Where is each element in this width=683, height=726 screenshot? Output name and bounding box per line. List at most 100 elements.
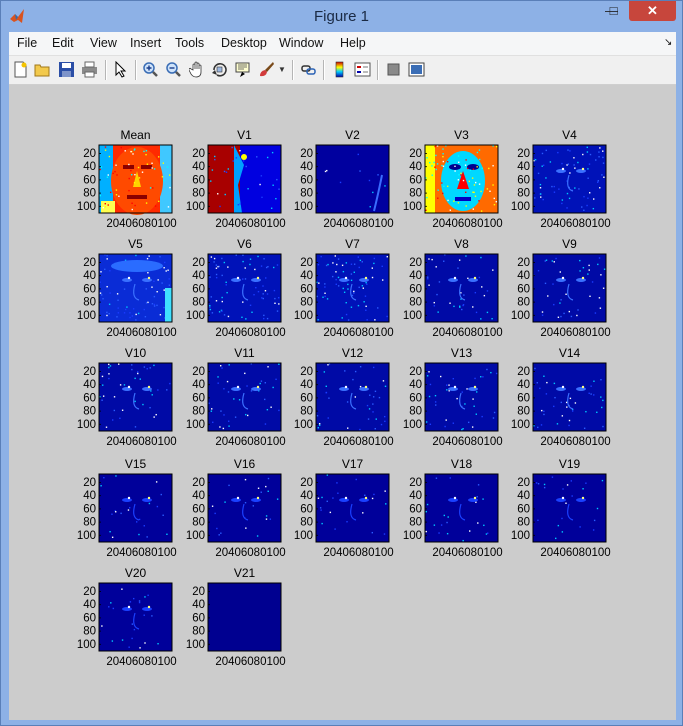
hide-plot-tools-icon[interactable] xyxy=(385,61,402,78)
y-tick-label: 40 xyxy=(300,379,313,391)
menu-desktop[interactable]: Desktop xyxy=(221,36,267,50)
subplot-v2[interactable]: V22040608010020406080100 xyxy=(294,128,394,230)
menu-file[interactable]: File xyxy=(17,36,37,50)
y-tick-label: 40 xyxy=(409,379,422,391)
edit-plot-arrow-icon[interactable] xyxy=(112,61,129,78)
data-cursor-icon[interactable] xyxy=(234,61,251,78)
y-tick-label: 80 xyxy=(300,517,313,529)
subplot-v12[interactable]: V122040608010020406080100 xyxy=(294,346,394,448)
y-tick-label: 80 xyxy=(517,297,530,309)
y-tick-label: 80 xyxy=(192,188,205,200)
subplot-v13[interactable]: V132040608010020406080100 xyxy=(403,346,503,448)
pan-hand-icon[interactable] xyxy=(189,61,206,78)
figure-canvas[interactable]: Mean 20 40 60 80 100 20406080100 V1 20 40 60 80 100 2… xyxy=(9,85,676,720)
legend-icon[interactable] xyxy=(354,61,371,78)
colorbar-icon[interactable] xyxy=(331,61,348,78)
print-icon[interactable] xyxy=(81,61,98,78)
subplot-v3[interactable]: V32040608010020406080100 xyxy=(403,128,503,230)
subplot-v6[interactable]: V62040608010020406080100 xyxy=(186,237,286,339)
y-tick-label: 100 xyxy=(77,530,96,542)
subplot-v10[interactable]: V102040608010020406080100 xyxy=(77,346,177,448)
rotate-3d-icon[interactable] xyxy=(211,61,228,78)
x-tick-labels: 20406080100 xyxy=(540,218,610,230)
y-tick-label: 20 xyxy=(409,257,422,269)
toolbar-separator xyxy=(135,60,137,80)
subplot-v17[interactable]: V172040608010020406080100 xyxy=(294,457,394,559)
menu-insert[interactable]: Insert xyxy=(130,36,161,50)
y-tick-label: 100 xyxy=(403,530,422,542)
subplot-v5[interactable]: V52040608010020406080100 xyxy=(77,237,177,339)
show-plot-tools-icon[interactable] xyxy=(408,61,425,78)
x-tick-labels: 20406080100 xyxy=(432,218,502,230)
y-tick-label: 80 xyxy=(300,188,313,200)
y-tick-label: 40 xyxy=(192,490,205,502)
brush-dropdown-icon[interactable]: ▼ xyxy=(278,65,286,74)
y-tick-label: 60 xyxy=(409,392,422,404)
y-tick-label: 40 xyxy=(192,270,205,282)
y-tick-label: 60 xyxy=(192,392,205,404)
save-icon[interactable] xyxy=(58,61,75,78)
x-tick-labels: 20406080100 xyxy=(323,547,393,559)
y-tick-label: 100 xyxy=(77,639,96,651)
subplot-v14[interactable]: V142040608010020406080100 xyxy=(511,346,611,448)
open-file-icon[interactable] xyxy=(34,61,51,78)
subplot-v16[interactable]: V162040608010020406080100 xyxy=(186,457,286,559)
x-tick-labels: 20406080100 xyxy=(106,327,176,339)
subplot-v21[interactable]: V212040608010020406080100 xyxy=(186,566,286,668)
y-tick-label: 20 xyxy=(517,477,530,489)
menubar-dock-arrow-icon[interactable]: ↘ xyxy=(664,37,672,48)
y-tick-label: 20 xyxy=(300,366,313,378)
menu-edit[interactable]: Edit xyxy=(52,36,74,50)
y-tick-label: 60 xyxy=(300,392,313,404)
title-bar[interactable]: Figure 1 — □ ✕ xyxy=(1,1,682,32)
x-tick-labels: 20406080100 xyxy=(432,327,502,339)
y-tick-label: 100 xyxy=(403,419,422,431)
y-tick-label: 60 xyxy=(83,283,96,295)
menu-help[interactable]: Help xyxy=(340,36,366,50)
y-tick-label: 20 xyxy=(409,148,422,160)
subplot-v15[interactable]: V152040608010020406080100 xyxy=(77,457,177,559)
y-tick-label: 60 xyxy=(517,174,530,186)
brush-icon[interactable] xyxy=(258,61,275,78)
y-tick-label: 80 xyxy=(83,188,96,200)
x-tick-labels: 20406080100 xyxy=(215,656,285,668)
menu-view[interactable]: View xyxy=(90,36,117,50)
subplot-title: V15 xyxy=(125,457,147,471)
subplot-mean[interactable]: Mean2040608010020406080100 xyxy=(77,128,177,230)
y-tick-label: 60 xyxy=(300,503,313,515)
subplot-v1[interactable]: V12040608010020406080100 xyxy=(186,128,286,230)
subplot-title: V6 xyxy=(237,237,252,251)
y-tick-label: 60 xyxy=(409,283,422,295)
zoom-out-icon[interactable] xyxy=(165,61,182,78)
link-plot-icon[interactable] xyxy=(300,61,317,78)
menu-tools[interactable]: Tools xyxy=(175,36,204,50)
y-tick-label: 60 xyxy=(83,612,96,624)
close-button[interactable]: ✕ xyxy=(629,1,676,21)
subplot-v19[interactable]: V192040608010020406080100 xyxy=(511,457,611,559)
zoom-in-icon[interactable] xyxy=(142,61,159,78)
y-tick-label: 100 xyxy=(511,530,530,542)
subplot-v20[interactable]: V202040608010020406080100 xyxy=(77,566,177,668)
y-tick-label: 80 xyxy=(300,406,313,418)
subplot-v9[interactable]: V92040608010020406080100 xyxy=(511,237,611,339)
y-tick-label: 100 xyxy=(511,310,530,322)
subplot-v18[interactable]: V182040608010020406080100 xyxy=(403,457,503,559)
window-title: Figure 1 xyxy=(313,8,370,25)
subplot-v11[interactable]: V112040608010020406080100 xyxy=(186,346,286,448)
toolbar-separator xyxy=(292,60,294,80)
y-tick-label: 100 xyxy=(403,310,422,322)
subplot-v4[interactable]: V42040608010020406080100 xyxy=(511,128,611,230)
figure-window: Figure 1 — □ ✕ File Edit View Insert Tools De… xyxy=(0,0,683,726)
x-tick-labels: 20406080100 xyxy=(540,547,610,559)
subplot-v7[interactable]: V72040608010020406080100 xyxy=(294,237,394,339)
y-tick-label: 80 xyxy=(192,297,205,309)
subplot-v8[interactable]: V82040608010020406080100 xyxy=(403,237,503,339)
y-tick-label: 100 xyxy=(77,419,96,431)
menu-window[interactable]: Window xyxy=(279,36,323,50)
toolbar-separator xyxy=(105,60,107,80)
maximize-button[interactable]: □ xyxy=(601,1,626,21)
new-figure-icon[interactable] xyxy=(12,61,29,78)
y-tick-label: 60 xyxy=(192,612,205,624)
y-tick-label: 20 xyxy=(83,366,96,378)
y-tick-label: 80 xyxy=(192,517,205,529)
